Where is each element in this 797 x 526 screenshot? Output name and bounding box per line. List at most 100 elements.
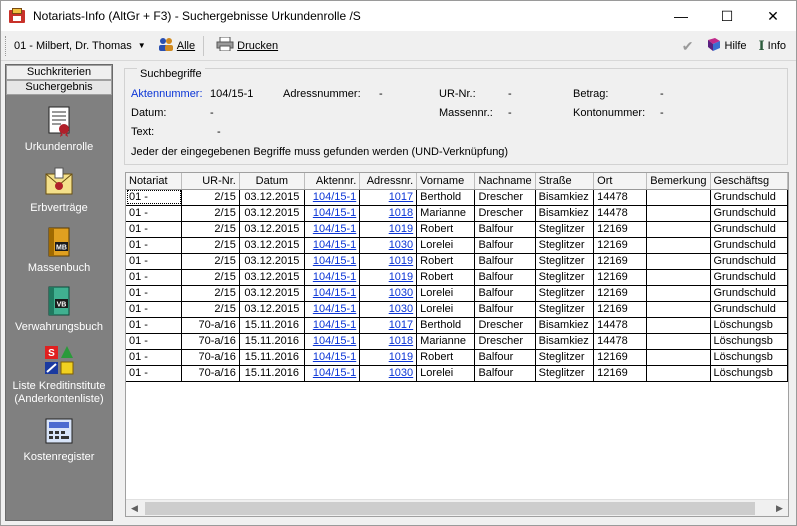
cell-geschaeftsgegenstand[interactable]: Grundschuld [710, 253, 788, 270]
cell-notariat[interactable]: 01 - [126, 269, 183, 286]
cell-adressnr-link[interactable]: 1030 [389, 303, 413, 315]
cell-adressnr-link[interactable]: 1019 [389, 351, 413, 363]
cell-strasse[interactable]: Steglitzer [535, 349, 595, 366]
cell-vorname[interactable]: Lorelei [416, 237, 476, 254]
cell-adressnr[interactable]: 1030 [359, 237, 418, 254]
table-row[interactable]: 01 -70-a/16 15.11.2016 104/15-1 1017 Berthol… [126, 317, 788, 334]
table-row[interactable]: 01 -70-a/16 15.11.2016 104/15-1 1030 Lorelei… [126, 365, 788, 382]
cell-adressnr[interactable]: 1018 [359, 205, 418, 222]
cell-urnr[interactable]: 2/15 [181, 285, 240, 302]
cell-ort[interactable]: 12169 [593, 365, 648, 382]
table-row[interactable]: 01 -2/15 03.12.2015 104/15-1 1030 Lorelei Bal… [126, 301, 788, 318]
cell-bemerkung[interactable] [646, 301, 711, 318]
cell-notariat[interactable]: 01 - [126, 221, 183, 238]
cell-aktennr-link[interactable]: 104/15-1 [313, 303, 356, 315]
cell-ort[interactable]: 14478 [593, 333, 648, 350]
nav-item-urkundenrolle[interactable]: Urkundenrolle [6, 105, 112, 154]
table-row[interactable]: 01 -2/15 03.12.2015 104/15-1 1018 Marianne Dr… [126, 205, 788, 222]
cell-strasse[interactable]: Bisamkiez [535, 205, 595, 222]
cell-aktennr[interactable]: 104/15-1 [304, 221, 361, 238]
cell-strasse[interactable]: Steglitzer [535, 285, 595, 302]
column-header-strasse[interactable]: Straße [535, 173, 595, 190]
cell-strasse[interactable]: Steglitzer [535, 221, 595, 238]
cell-datum[interactable]: 15.11.2016 [239, 365, 305, 382]
cell-aktennr-link[interactable]: 104/15-1 [313, 351, 356, 363]
cell-notariat[interactable]: 01 - [126, 301, 183, 318]
cell-bemerkung[interactable] [646, 237, 711, 254]
column-header-nachname[interactable]: Nachname [474, 173, 536, 190]
cell-urnr[interactable]: 2/15 [181, 205, 240, 222]
cell-notariat[interactable]: 01 - [126, 333, 183, 350]
cell-aktennr-link[interactable]: 104/15-1 [313, 255, 356, 267]
table-row[interactable]: 01 -2/15 03.12.2015 104/15-1 1019 Robert Balf… [126, 221, 788, 238]
cell-notariat[interactable]: 01 - [126, 237, 183, 254]
cell-aktennr[interactable]: 104/15-1 [304, 301, 361, 318]
cell-nachname[interactable]: Drescher [474, 333, 536, 350]
cell-ort[interactable]: 14478 [593, 205, 648, 222]
cell-datum[interactable]: 15.11.2016 [239, 349, 305, 366]
cell-aktennr-link[interactable]: 104/15-1 [313, 271, 356, 283]
scroll-left-icon[interactable]: ◀ [126, 500, 143, 516]
cell-adressnr-link[interactable]: 1019 [389, 223, 413, 235]
cell-geschaeftsgegenstand[interactable]: Löschungsb [710, 365, 788, 382]
cell-adressnr[interactable]: 1030 [359, 285, 418, 302]
cell-aktennr[interactable]: 104/15-1 [304, 349, 361, 366]
nav-item-verwahrungsbuch[interactable]: VB Verwahrungsbuch [6, 285, 112, 334]
cell-adressnr[interactable]: 1019 [359, 253, 418, 270]
column-header-aktennr[interactable]: Aktennr. [304, 173, 361, 190]
cell-datum[interactable]: 03.12.2015 [239, 205, 305, 222]
cell-adressnr-link[interactable]: 1030 [389, 239, 413, 251]
cell-notariat[interactable]: 01 - [126, 285, 183, 302]
cell-geschaeftsgegenstand[interactable]: Grundschuld [710, 301, 788, 318]
cell-bemerkung[interactable] [646, 205, 711, 222]
cell-datum[interactable]: 03.12.2015 [239, 221, 305, 238]
cell-vorname[interactable]: Robert [416, 269, 476, 286]
column-header-vorname[interactable]: Vorname [416, 173, 476, 190]
cell-aktennr-link[interactable]: 104/15-1 [313, 367, 356, 379]
checkmark-icon[interactable]: ✔ [682, 38, 694, 55]
cell-ort[interactable]: 12169 [593, 269, 648, 286]
cell-notariat[interactable]: 01 - [126, 317, 183, 334]
cell-aktennr-link[interactable]: 104/15-1 [313, 239, 356, 251]
cell-bemerkung[interactable] [646, 317, 711, 334]
cell-datum[interactable]: 03.12.2015 [239, 237, 305, 254]
user-select[interactable]: 01 - Milbert, Dr. Thomas ▼ [14, 36, 150, 56]
tab-suchkriterien[interactable]: Suchkriterien [6, 65, 112, 80]
cell-urnr[interactable]: 2/15 [181, 301, 240, 318]
cell-bemerkung[interactable] [646, 285, 711, 302]
cell-ort[interactable]: 14478 [593, 317, 648, 334]
cell-bemerkung[interactable] [646, 349, 711, 366]
cell-datum[interactable]: 15.11.2016 [239, 333, 305, 350]
cell-bemerkung[interactable] [646, 269, 711, 286]
cell-bemerkung[interactable] [646, 365, 711, 382]
column-header-bemerkung[interactable]: Bemerkung [646, 173, 711, 190]
cell-adressnr-link[interactable]: 1030 [389, 287, 413, 299]
cell-adressnr[interactable]: 1017 [359, 317, 418, 334]
column-header-ort[interactable]: Ort [593, 173, 648, 190]
cell-nachname[interactable]: Balfour [474, 285, 536, 302]
cell-geschaeftsgegenstand[interactable]: Löschungsb [710, 349, 788, 366]
column-header-datum[interactable]: Datum [239, 173, 305, 190]
cell-vorname[interactable]: Marianne [416, 333, 476, 350]
cell-adressnr[interactable]: 1019 [359, 221, 418, 238]
cell-aktennr[interactable]: 104/15-1 [304, 285, 361, 302]
cell-nachname[interactable]: Balfour [474, 269, 536, 286]
cell-nachname[interactable]: Drescher [474, 189, 536, 206]
toolbar-grip[interactable] [5, 35, 8, 56]
cell-notariat[interactable]: 01 - [126, 205, 183, 222]
cell-aktennr-link[interactable]: 104/15-1 [313, 223, 356, 235]
cell-geschaeftsgegenstand[interactable]: Löschungsb [710, 333, 788, 350]
minimize-button[interactable]: — [658, 1, 704, 31]
cell-bemerkung[interactable] [646, 189, 711, 206]
cell-geschaeftsgegenstand[interactable]: Grundschuld [710, 205, 788, 222]
cell-strasse[interactable]: Steglitzer [535, 269, 595, 286]
cell-strasse[interactable]: Bisamkiez [535, 317, 595, 334]
cell-vorname[interactable]: Lorelei [416, 285, 476, 302]
cell-notariat[interactable]: 01 - [126, 189, 183, 206]
scroll-right-icon[interactable]: ▶ [771, 500, 788, 516]
cell-strasse[interactable]: Steglitzer [535, 365, 595, 382]
cell-geschaeftsgegenstand[interactable]: Grundschuld [710, 269, 788, 286]
cell-adressnr-link[interactable]: 1019 [389, 255, 413, 267]
maximize-button[interactable]: ☐ [704, 1, 750, 31]
cell-aktennr[interactable]: 104/15-1 [304, 237, 361, 254]
